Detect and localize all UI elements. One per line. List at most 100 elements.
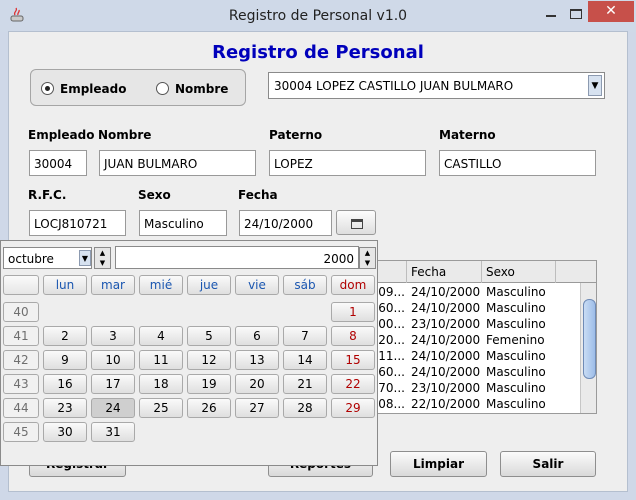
year-spinner[interactable]: ▲ ▼ bbox=[359, 247, 376, 269]
calendar-day[interactable]: 3 bbox=[91, 326, 135, 346]
calendar-day[interactable]: 2 bbox=[43, 326, 87, 346]
column-header-fecha[interactable]: Fecha bbox=[407, 261, 482, 283]
calendar-day[interactable]: 9 bbox=[43, 350, 87, 370]
radio-nombre[interactable] bbox=[156, 82, 169, 95]
sexo-field[interactable]: Masculino bbox=[139, 210, 227, 236]
calendar-corner bbox=[3, 275, 39, 295]
calendar-day[interactable]: 8 bbox=[331, 326, 375, 346]
calendar-day[interactable]: 6 bbox=[235, 326, 279, 346]
calendar-day[interactable]: 1 bbox=[331, 302, 375, 322]
week-number: 41 bbox=[3, 326, 39, 346]
column-header-sexo[interactable]: Sexo bbox=[482, 261, 556, 283]
salir-button[interactable]: Salir bbox=[500, 451, 596, 477]
table-cell: Masculino bbox=[486, 285, 546, 299]
calendar-button[interactable] bbox=[336, 210, 376, 235]
minimize-button[interactable] bbox=[538, 10, 564, 20]
radio-empleado[interactable] bbox=[41, 82, 54, 95]
calendar-day[interactable]: 30 bbox=[43, 422, 87, 442]
close-button[interactable]: ✕ bbox=[588, 1, 634, 22]
employee-select-value: 30004 LOPEZ CASTILLO JUAN BULMARO bbox=[274, 79, 514, 93]
calendar-day[interactable]: 21 bbox=[283, 374, 327, 394]
table-cell: Masculino bbox=[486, 381, 546, 395]
calendar-day[interactable]: 25 bbox=[139, 398, 183, 418]
label-fecha: Fecha bbox=[238, 188, 278, 202]
table-cell: Masculino bbox=[486, 301, 546, 315]
maximize-button[interactable] bbox=[566, 6, 586, 22]
calendar-day[interactable]: 16 bbox=[43, 374, 87, 394]
calendar-day[interactable]: 20 bbox=[235, 374, 279, 394]
weekday-header: vie bbox=[235, 275, 279, 295]
minimize-icon bbox=[546, 15, 556, 17]
chevron-down-icon[interactable]: ▼ bbox=[588, 75, 602, 96]
table-cell: Masculino bbox=[486, 349, 546, 363]
calendar-day[interactable]: 18 bbox=[139, 374, 183, 394]
calendar-day[interactable]: 26 bbox=[187, 398, 231, 418]
radio-nombre-label[interactable]: Nombre bbox=[175, 82, 228, 96]
week-number: 40 bbox=[3, 302, 39, 322]
table-cell: 24/10/2000 bbox=[411, 301, 481, 315]
week-number: 45 bbox=[3, 422, 39, 442]
weekday-header: dom bbox=[331, 275, 375, 295]
table-cell: Masculino bbox=[486, 397, 546, 411]
paterno-field[interactable]: LOPEZ bbox=[269, 150, 426, 176]
nombre-field[interactable]: JUAN BULMARO bbox=[99, 150, 256, 176]
calendar-day[interactable]: 19 bbox=[187, 374, 231, 394]
calendar-day[interactable]: 28 bbox=[283, 398, 327, 418]
calendar-icon bbox=[351, 219, 363, 229]
maximize-icon bbox=[570, 9, 582, 19]
calendar-day[interactable]: 11 bbox=[139, 350, 183, 370]
table-cell: 23/10/2000 bbox=[411, 381, 481, 395]
label-empleado: Empleado bbox=[28, 128, 95, 142]
table-cell: 24/10/2000 bbox=[411, 349, 481, 363]
scrollbar-thumb[interactable] bbox=[583, 299, 596, 379]
label-paterno: Paterno bbox=[269, 128, 323, 142]
table-scrollbar[interactable] bbox=[580, 283, 596, 413]
label-sexo: Sexo bbox=[138, 188, 171, 202]
calendar-day[interactable]: 24 bbox=[91, 398, 135, 418]
calendar-day[interactable]: 22 bbox=[331, 374, 375, 394]
weekday-header: jue bbox=[187, 275, 231, 295]
table-cell: 24/10/2000 bbox=[411, 285, 481, 299]
month-spinner[interactable]: ▲ ▼ bbox=[94, 247, 111, 269]
calendar-day[interactable]: 14 bbox=[283, 350, 327, 370]
radio-empleado-label[interactable]: Empleado bbox=[60, 82, 126, 96]
weekday-header: sáb bbox=[283, 275, 327, 295]
calendar-day[interactable]: 27 bbox=[235, 398, 279, 418]
calendar-day[interactable]: 13 bbox=[235, 350, 279, 370]
table-cell: 24/10/2000 bbox=[411, 365, 481, 379]
calendar-day[interactable]: 29 bbox=[331, 398, 375, 418]
month-select-value: octubre bbox=[8, 252, 54, 266]
chevron-down-icon[interactable]: ▼ bbox=[79, 250, 91, 266]
calendar-day[interactable]: 23 bbox=[43, 398, 87, 418]
label-materno: Materno bbox=[439, 128, 496, 142]
week-number: 44 bbox=[3, 398, 39, 418]
rfc-field[interactable]: LOCJ810721 bbox=[29, 210, 126, 236]
materno-field[interactable]: CASTILLO bbox=[439, 150, 596, 176]
fecha-field[interactable]: 24/10/2000 bbox=[239, 210, 332, 236]
form-title: Registro de Personal bbox=[212, 42, 424, 63]
month-select[interactable]: octubre ▼ bbox=[3, 247, 92, 269]
weekday-header: mar bbox=[91, 275, 135, 295]
employee-select[interactable]: 30004 LOPEZ CASTILLO JUAN BULMARO ▼ bbox=[268, 72, 605, 99]
table-cell: 22/10/2000 bbox=[411, 397, 481, 411]
calendar-day[interactable]: 17 bbox=[91, 374, 135, 394]
calendar-day[interactable]: 12 bbox=[187, 350, 231, 370]
label-nombre: Nombre bbox=[98, 128, 152, 142]
table-cell: Masculino bbox=[486, 317, 546, 331]
calendar-day[interactable]: 4 bbox=[139, 326, 183, 346]
label-rfc: R.F.C. bbox=[28, 188, 67, 202]
calendar-day[interactable]: 10 bbox=[91, 350, 135, 370]
table-cell: 24/10/2000 bbox=[411, 333, 481, 347]
limpiar-button[interactable]: Limpiar bbox=[390, 451, 487, 477]
search-mode-group: Empleado Nombre bbox=[30, 69, 246, 106]
calendar-day[interactable]: 7 bbox=[283, 326, 327, 346]
calendar-day[interactable]: 31 bbox=[91, 422, 135, 442]
table-cell: 23/10/2000 bbox=[411, 317, 481, 331]
calendar-day[interactable]: 15 bbox=[331, 350, 375, 370]
table-cell: Femenino bbox=[486, 333, 545, 347]
table-cell: Masculino bbox=[486, 365, 546, 379]
calendar-day[interactable]: 5 bbox=[187, 326, 231, 346]
weekday-header: mié bbox=[139, 275, 183, 295]
empleado-field[interactable]: 30004 bbox=[29, 150, 87, 176]
year-field[interactable]: 2000 bbox=[115, 246, 359, 269]
